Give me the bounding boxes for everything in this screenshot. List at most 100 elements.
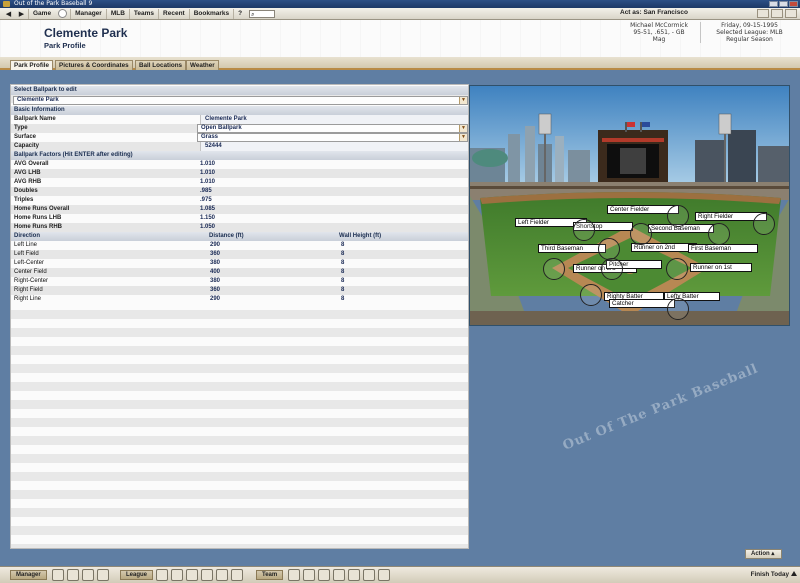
distance-input[interactable]: 290 [210, 295, 220, 304]
team-staff-icon[interactable] [378, 569, 390, 581]
menu-game[interactable]: Game [28, 8, 55, 19]
factor-home-runs-lhb: Home Runs LHB 1.150 [11, 214, 468, 223]
finish-today-label: Finish Today [750, 571, 789, 578]
action-button[interactable]: Action ▴ [745, 549, 782, 559]
bottom-toolbar: Manager League Team Finish Today [0, 566, 800, 583]
position-marker-third-baseman[interactable] [598, 238, 620, 260]
tab-ball-locations[interactable]: Ball Locations [135, 60, 187, 70]
factor-label: Doubles [14, 188, 38, 194]
wall-height-input[interactable]: 8 [341, 250, 344, 259]
window-mode-icon[interactable] [771, 9, 783, 18]
wall-height-input[interactable]: 8 [341, 268, 344, 277]
team-depth-chart-icon[interactable] [333, 569, 345, 581]
league-stats-icon[interactable] [201, 569, 213, 581]
team-money-icon[interactable] [363, 569, 375, 581]
menu-mlb[interactable]: MLB [105, 8, 129, 19]
forward-arrow-icon[interactable]: ▶ [15, 9, 28, 19]
manager-info[interactable]: Michael McCormick 95-51, .651, - GB Mag [620, 22, 698, 43]
type-select[interactable]: Open Ballpark ▼ [197, 124, 468, 133]
date-info: Friday, 09-15-1995 Selected League: MLB … [700, 22, 798, 43]
tab-pictures-coordinates[interactable]: Pictures & Coordinates [55, 60, 133, 70]
baseball-icon[interactable] [58, 9, 68, 18]
label-runner-on-1st[interactable]: Runner on 1st [690, 263, 752, 272]
distance-input[interactable]: 380 [210, 277, 220, 286]
position-marker-right-fielder[interactable] [753, 213, 775, 235]
wall-height-input[interactable]: 8 [341, 295, 344, 304]
factor-input[interactable]: 1.150 [197, 214, 215, 223]
table-row: Left Line 290 8 [11, 241, 468, 250]
factor-input[interactable]: 1.010 [197, 169, 215, 178]
league-transactions-icon[interactable] [231, 569, 243, 581]
close-icon[interactable] [789, 1, 798, 7]
factor-input[interactable]: 1.085 [197, 205, 215, 214]
wall-height-input[interactable]: 8 [341, 286, 344, 295]
tab-weather[interactable]: Weather [186, 60, 219, 70]
league-standings-icon[interactable] [171, 569, 183, 581]
position-marker-second-baseman[interactable] [708, 223, 730, 245]
factor-input[interactable]: .975 [197, 196, 212, 205]
position-marker-runner-1st[interactable] [666, 258, 688, 280]
factor-home-runs-rhb: Home Runs RHB 1.050 [11, 223, 468, 232]
exit-icon[interactable] [785, 9, 797, 18]
minimize-screen-icon[interactable] [757, 9, 769, 18]
table-row: Center Field 400 8 [11, 268, 468, 277]
table-row: Right-Center 380 8 [11, 277, 468, 286]
finish-today-button[interactable]: Finish Today [751, 571, 797, 578]
ballpark-name-input[interactable]: Clemente Park [200, 115, 468, 124]
menu-teams[interactable]: Teams [128, 8, 158, 19]
manager-profile-icon[interactable] [82, 569, 94, 581]
select-ballpark-header: Select Ballpark to edit [11, 86, 468, 95]
surface-select[interactable]: Grass ▼ [197, 133, 468, 142]
factor-input[interactable]: 1.010 [197, 160, 215, 169]
team-home-icon[interactable] [288, 569, 300, 581]
menu-manager[interactable]: Manager [70, 8, 106, 19]
window-title: Out of the Park Baseball 9 [14, 0, 93, 7]
minimize-icon[interactable] [769, 1, 778, 7]
position-marker-shortstop[interactable] [573, 219, 595, 241]
tab-park-profile[interactable]: Park Profile [10, 60, 53, 70]
search-input[interactable]: ⌕ [249, 9, 276, 18]
menu-recent[interactable]: Recent [158, 8, 189, 19]
maximize-icon[interactable] [779, 1, 788, 7]
manager-inbox-icon[interactable] [67, 569, 79, 581]
position-marker-righty-batter[interactable] [580, 284, 602, 306]
position-marker-center-fielder[interactable] [667, 205, 689, 227]
position-marker-pitcher[interactable] [601, 258, 623, 280]
label-third-baseman[interactable]: Third Baseman [538, 244, 606, 253]
label-catcher[interactable]: Catcher [609, 299, 675, 308]
position-marker-catcher[interactable] [667, 298, 689, 320]
team-finances-icon[interactable] [348, 569, 360, 581]
wall-height-input[interactable]: 8 [341, 241, 344, 250]
distance-input[interactable]: 360 [210, 286, 220, 295]
factor-input[interactable]: 1.050 [197, 223, 215, 232]
wall-height-input[interactable]: 8 [341, 277, 344, 286]
team-roster-icon[interactable] [303, 569, 315, 581]
league-schedule-icon[interactable] [186, 569, 198, 581]
manager-section-label: Manager [10, 570, 47, 580]
manager-options-icon[interactable] [97, 569, 109, 581]
manager-home-icon[interactable] [52, 569, 64, 581]
act-as-team[interactable]: Act as: San Francisco [620, 9, 688, 16]
back-arrow-icon[interactable]: ◀ [2, 9, 15, 19]
factor-input[interactable]: .985 [197, 187, 212, 196]
label-first-baseman[interactable]: First Baseman [688, 244, 758, 253]
distance-input[interactable]: 380 [210, 259, 220, 268]
league-news-icon[interactable] [216, 569, 228, 581]
direction-cell: Center Field [14, 269, 47, 275]
capacity-input[interactable]: 52444 [200, 142, 468, 151]
distance-input[interactable]: 360 [210, 250, 220, 259]
position-marker-runner-3rd[interactable] [543, 258, 565, 280]
field-label: Type [14, 125, 28, 131]
factor-triples: Triples .975 [11, 196, 468, 205]
wall-height-input[interactable]: 8 [341, 259, 344, 268]
league-home-icon[interactable] [156, 569, 168, 581]
ballpark-select[interactable]: Clemente Park ▼ [13, 96, 468, 105]
distance-input[interactable]: 290 [210, 241, 220, 250]
distance-input[interactable]: 400 [210, 268, 220, 277]
menu-help[interactable]: ? [233, 8, 246, 19]
position-marker-runner-2nd[interactable] [630, 223, 652, 245]
team-lineup-icon[interactable] [318, 569, 330, 581]
factor-input[interactable]: 1.010 [197, 178, 215, 187]
factor-label: AVG RHB [14, 179, 42, 185]
menu-bookmarks[interactable]: Bookmarks [188, 8, 233, 19]
